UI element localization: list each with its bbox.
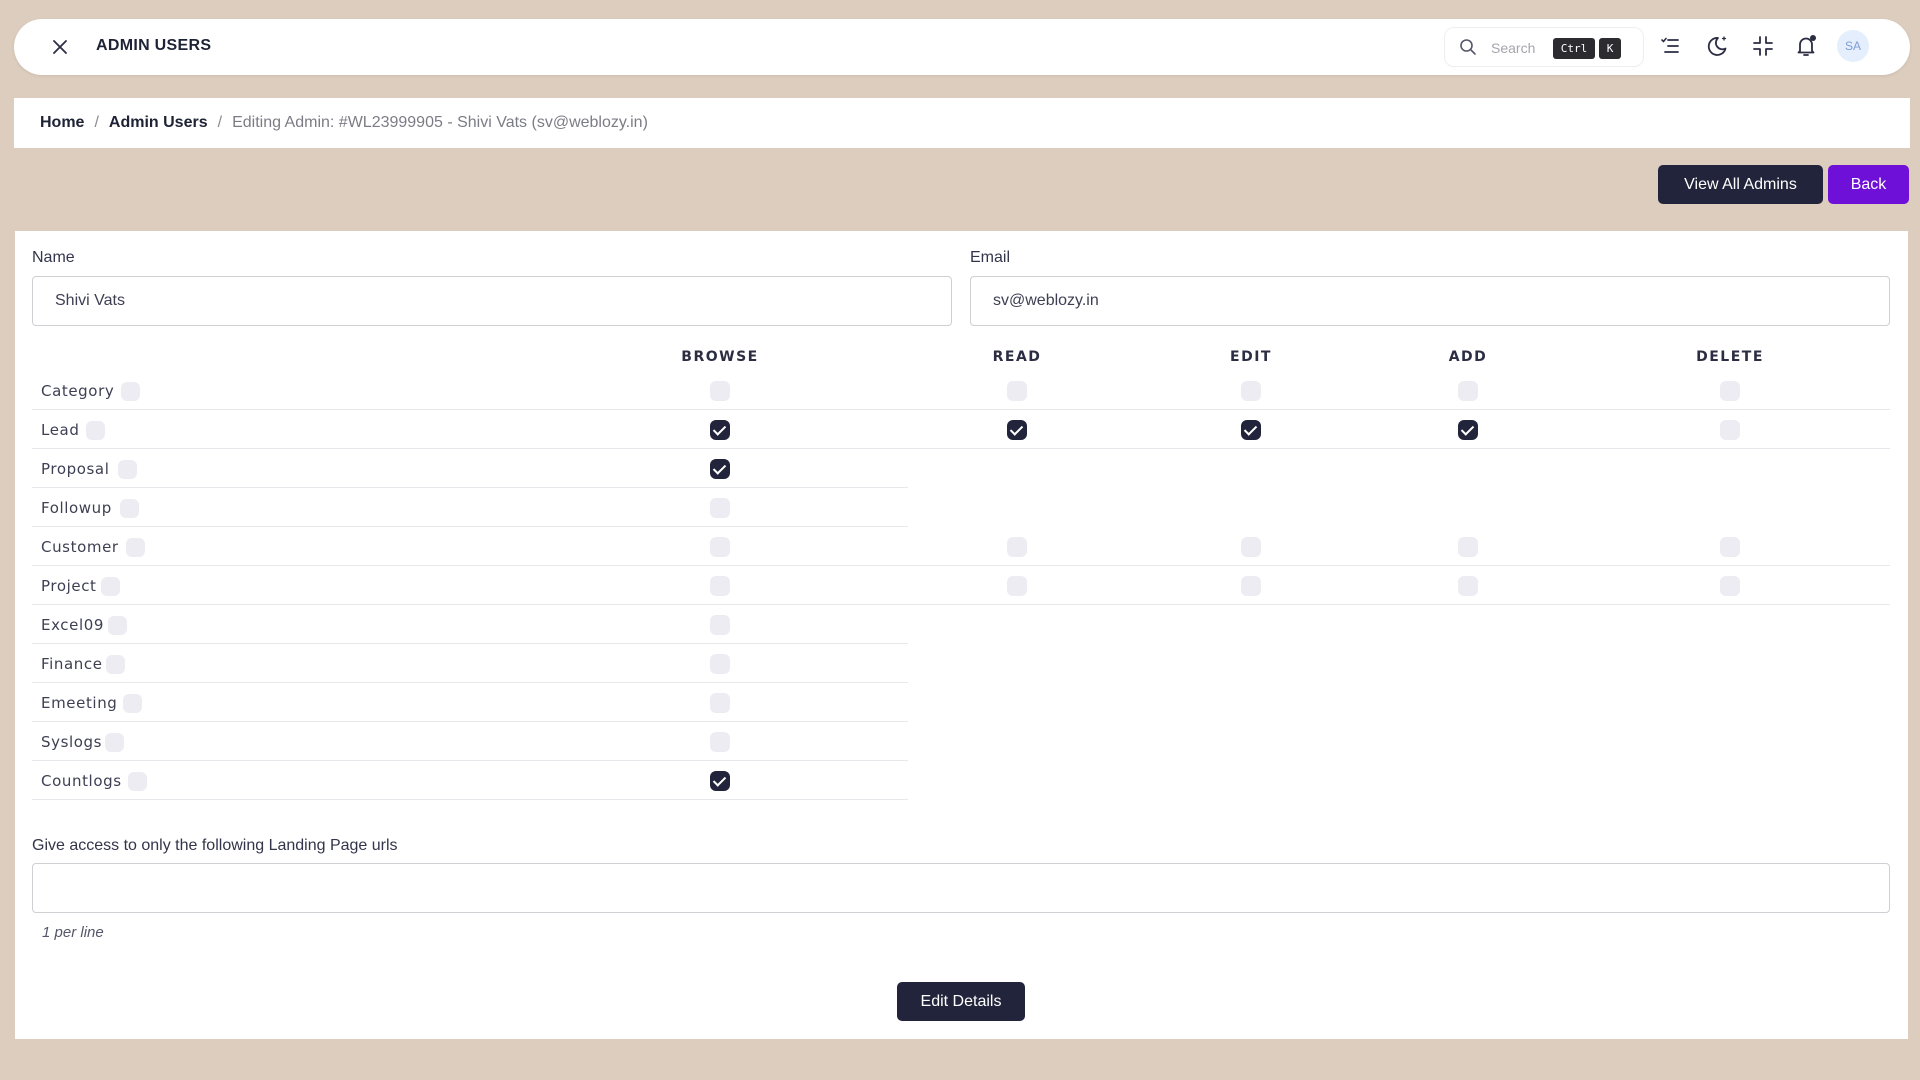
landing-urls-label: Give access to only the following Landin… bbox=[32, 837, 398, 854]
category-add-checkbox[interactable] bbox=[1458, 381, 1478, 401]
lead-add-checkbox[interactable] bbox=[1458, 420, 1478, 440]
select-all-project-checkbox[interactable] bbox=[101, 577, 120, 596]
column-header-read: READ bbox=[992, 349, 1042, 365]
column-header-delete: DELETE bbox=[1696, 349, 1764, 365]
select-all-finance-checkbox[interactable] bbox=[106, 655, 125, 674]
category-delete-checkbox[interactable] bbox=[1720, 381, 1740, 401]
select-all-syslogs-checkbox[interactable] bbox=[105, 733, 124, 752]
breadcrumb-separator: / bbox=[94, 114, 99, 131]
breadcrumb-admin-users[interactable]: Admin Users bbox=[109, 114, 208, 132]
project-add-checkbox[interactable] bbox=[1458, 576, 1478, 596]
proposal-browse-checkbox[interactable] bbox=[710, 459, 730, 479]
close-icon[interactable] bbox=[48, 35, 72, 59]
excel09-browse-checkbox[interactable] bbox=[710, 615, 730, 635]
select-all-excel09-checkbox[interactable] bbox=[108, 616, 127, 635]
permission-row-syslogs: Syslogs bbox=[32, 722, 908, 761]
countlogs-browse-checkbox[interactable] bbox=[710, 771, 730, 791]
permission-row-project: Project bbox=[32, 566, 1890, 605]
page-title: ADMIN USERS bbox=[96, 37, 212, 54]
lead-browse-checkbox[interactable] bbox=[710, 420, 730, 440]
breadcrumb-home[interactable]: Home bbox=[40, 114, 84, 132]
view-all-admins-button[interactable]: View All Admins bbox=[1658, 165, 1823, 204]
permission-row-lead: Lead bbox=[32, 410, 1890, 449]
permission-label: Countlogs bbox=[41, 772, 122, 790]
select-all-customer-checkbox[interactable] bbox=[126, 538, 145, 557]
shortcut-ctrl-key: Ctrl bbox=[1553, 38, 1595, 59]
collapse-icon[interactable] bbox=[1750, 33, 1776, 59]
select-all-lead-checkbox[interactable] bbox=[86, 421, 105, 440]
shortcut-k-key: K bbox=[1599, 38, 1621, 59]
customer-browse-checkbox[interactable] bbox=[710, 537, 730, 557]
breadcrumb-separator: / bbox=[217, 114, 223, 131]
permission-row-category: Category bbox=[32, 371, 1890, 410]
permission-row-customer: Customer bbox=[32, 527, 1890, 566]
back-button[interactable]: Back bbox=[1828, 165, 1909, 204]
project-delete-checkbox[interactable] bbox=[1720, 576, 1740, 596]
moon-icon[interactable] bbox=[1704, 33, 1730, 59]
finance-browse-checkbox[interactable] bbox=[710, 654, 730, 674]
project-read-checkbox[interactable] bbox=[1007, 576, 1027, 596]
bell-icon[interactable] bbox=[1793, 33, 1819, 59]
search-icon bbox=[1459, 38, 1477, 61]
permission-label: Syslogs bbox=[41, 733, 103, 751]
select-all-category-checkbox[interactable] bbox=[121, 382, 140, 401]
breadcrumb: Home / Admin Users / Editing Admin: #WL2… bbox=[14, 98, 1910, 148]
permission-row-countlogs: Countlogs bbox=[32, 761, 908, 800]
permission-row-excel09: Excel09 bbox=[32, 605, 908, 644]
customer-read-checkbox[interactable] bbox=[1007, 537, 1027, 557]
edit-details-button[interactable]: Edit Details bbox=[897, 982, 1025, 1021]
search-input[interactable]: Search Ctrl K bbox=[1444, 27, 1644, 67]
search-placeholder: Search bbox=[1491, 40, 1536, 56]
permission-row-followup: Followup bbox=[32, 488, 908, 527]
email-label: Email bbox=[970, 249, 1011, 266]
category-edit-checkbox[interactable] bbox=[1241, 381, 1261, 401]
permission-row-proposal: Proposal bbox=[32, 449, 908, 488]
emeeting-browse-checkbox[interactable] bbox=[710, 693, 730, 713]
permission-row-finance: Finance bbox=[32, 644, 908, 683]
top-bar: ADMIN USERS Search Ctrl K SA bbox=[14, 19, 1910, 75]
landing-urls-input[interactable] bbox=[32, 863, 1890, 913]
permission-row-emeeting: Emeeting bbox=[32, 683, 908, 722]
email-field[interactable]: sv@weblozy.in bbox=[970, 276, 1890, 326]
name-label: Name bbox=[32, 249, 75, 266]
permission-label: Category bbox=[41, 382, 115, 400]
followup-browse-checkbox[interactable] bbox=[710, 498, 730, 518]
permission-label: Excel09 bbox=[41, 616, 105, 634]
lead-read-checkbox[interactable] bbox=[1007, 420, 1027, 440]
lead-delete-checkbox[interactable] bbox=[1720, 420, 1740, 440]
permission-label: Followup bbox=[41, 499, 112, 517]
menu-lines-icon[interactable] bbox=[1657, 33, 1683, 59]
avatar[interactable]: SA bbox=[1837, 30, 1869, 62]
permission-label: Customer bbox=[41, 538, 119, 556]
project-browse-checkbox[interactable] bbox=[710, 576, 730, 596]
lead-edit-checkbox[interactable] bbox=[1241, 420, 1261, 440]
column-header-browse: BROWSE bbox=[681, 349, 759, 365]
permission-label: Project bbox=[41, 577, 97, 595]
permission-label: Proposal bbox=[41, 460, 110, 478]
column-header-edit: EDIT bbox=[1230, 349, 1272, 365]
permission-label: Finance bbox=[41, 655, 103, 673]
permission-label: Lead bbox=[41, 421, 80, 439]
customer-delete-checkbox[interactable] bbox=[1720, 537, 1740, 557]
select-all-emeeting-checkbox[interactable] bbox=[123, 694, 142, 713]
select-all-followup-checkbox[interactable] bbox=[120, 499, 139, 518]
select-all-countlogs-checkbox[interactable] bbox=[128, 772, 147, 791]
category-read-checkbox[interactable] bbox=[1007, 381, 1027, 401]
breadcrumb-current: Editing Admin: #WL23999905 - Shivi Vats … bbox=[232, 114, 648, 131]
edit-admin-form: Name Shivi Vats Email sv@weblozy.in BROW… bbox=[15, 231, 1908, 1039]
syslogs-browse-checkbox[interactable] bbox=[710, 732, 730, 752]
select-all-proposal-checkbox[interactable] bbox=[118, 460, 137, 479]
customer-edit-checkbox[interactable] bbox=[1241, 537, 1261, 557]
project-edit-checkbox[interactable] bbox=[1241, 576, 1261, 596]
customer-add-checkbox[interactable] bbox=[1458, 537, 1478, 557]
landing-urls-hint: 1 per line bbox=[42, 924, 104, 941]
name-field[interactable]: Shivi Vats bbox=[32, 276, 952, 326]
column-header-add: ADD bbox=[1448, 349, 1488, 365]
category-browse-checkbox[interactable] bbox=[710, 381, 730, 401]
permission-label: Emeeting bbox=[41, 694, 118, 712]
